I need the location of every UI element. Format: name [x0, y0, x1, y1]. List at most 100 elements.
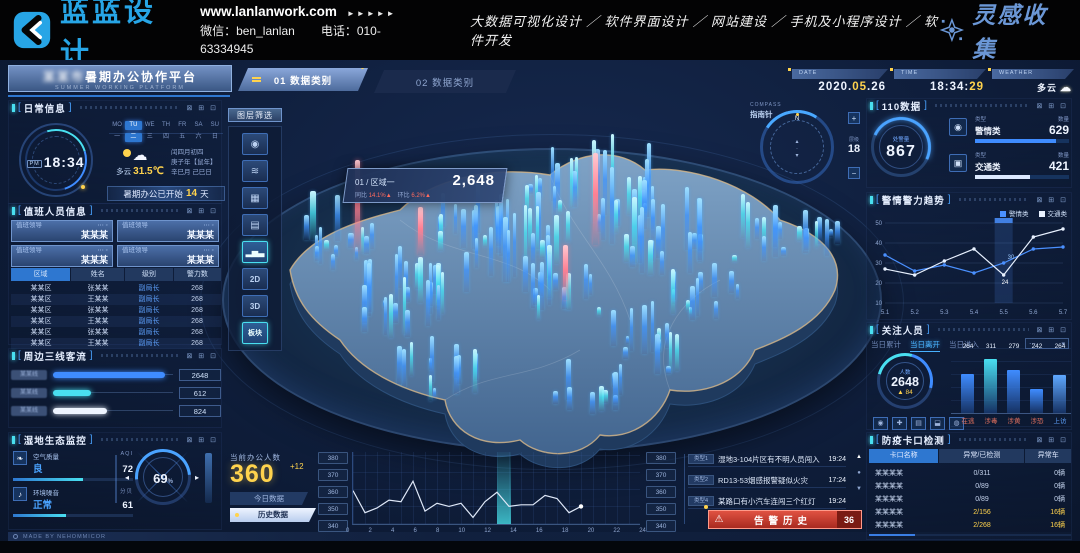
weekday-cell[interactable]: 二: [125, 133, 141, 142]
panel-controls[interactable]: ⊠ ⊞ ⊡: [1037, 102, 1069, 110]
lock-icon[interactable]: ⬓: [930, 417, 945, 430]
y-axis-tick-box: 380: [646, 452, 676, 464]
panel-controls[interactable]: ⊠ ⊞ ⊡: [1037, 326, 1069, 334]
duty-leader-card[interactable]: 值班领导⋯ ◦某某某: [117, 245, 219, 267]
panel-controls[interactable]: ⊠ ⊞ ⊡: [187, 352, 219, 360]
weekday-row-cn[interactable]: 一二三四五六日: [109, 133, 223, 145]
checkpoint-table-header[interactable]: 卡口名称异常/已检测异常车: [869, 449, 1071, 463]
card-menu-icon[interactable]: ⋯ ◦: [203, 247, 214, 255]
focus-bar[interactable]: [961, 374, 974, 413]
tab-data-category-1[interactable]: 01 数据类别: [238, 68, 368, 91]
scroll-up-icon[interactable]: ▲: [856, 454, 862, 460]
bar-chart-icon: ▂▅▃: [246, 248, 264, 257]
y-axis-tick-box: 370: [318, 469, 348, 481]
weekday-cell[interactable]: SU: [207, 121, 223, 130]
weekday-cell[interactable]: FR: [174, 121, 190, 130]
y-axis-tick-box: 350: [646, 503, 676, 515]
history-data-button[interactable]: 历史数据: [230, 508, 316, 522]
layer-grid-button[interactable]: ▦: [242, 187, 268, 209]
map-tooltip[interactable]: 01 / 区域一2,648 同比 14.1%▲环比 6.2%▲: [343, 168, 508, 203]
weekday-cell[interactable]: TU: [125, 121, 141, 130]
table-row[interactable]: 某某某某0/3110辆: [869, 467, 1071, 480]
flow-bar: [53, 390, 91, 396]
weekday-cell[interactable]: 日: [207, 133, 223, 142]
duty-leader-card[interactable]: 值班领导⋯ ◦某某某: [117, 220, 219, 242]
panel-controls[interactable]: ⊠ ⊞ ⊡: [187, 207, 219, 215]
weekday-cell[interactable]: MO: [109, 121, 125, 130]
compass-ring[interactable]: N ▴·▾: [760, 110, 834, 184]
layer-building-button[interactable]: ▤: [242, 214, 268, 236]
weekday-cell[interactable]: 六: [190, 133, 206, 142]
alert-row[interactable]: 类型2RD13-53烟感报警疑似火灾17:24: [688, 473, 846, 488]
table-row[interactable]: 某某区张某某副局长268: [11, 283, 221, 294]
weekday-cell[interactable]: 一: [109, 133, 125, 142]
weekday-cell[interactable]: WE: [142, 121, 158, 130]
weather-label: WEATHER: [992, 69, 1074, 79]
y-axis-tick-box: 370: [646, 469, 676, 481]
focus-tab[interactable]: 当日累计: [871, 339, 901, 352]
zoom-in-button[interactable]: +: [848, 112, 860, 124]
focus-bar-chart[interactable]: 264在逃311涉毒279涉黄242涉恐264上访: [951, 343, 1071, 427]
layer-barchart-button[interactable]: ▂▅▃: [242, 241, 268, 263]
today-data-button[interactable]: 今日数据: [230, 492, 308, 505]
table-row[interactable]: 某某区王某某副局长268: [11, 294, 221, 305]
weekday-cell[interactable]: TH: [158, 121, 174, 130]
table-row[interactable]: 某某某某2/26816辆: [869, 519, 1071, 532]
panel-controls[interactable]: ⊠ ⊞ ⊡: [1037, 196, 1069, 204]
table-row[interactable]: 某某某某0/890辆: [869, 480, 1071, 493]
weekday-cell[interactable]: 五: [174, 133, 190, 142]
layer-block-button[interactable]: 板块: [242, 322, 268, 344]
focus-bar[interactable]: [1007, 370, 1020, 413]
layer-signal-button[interactable]: ≋: [242, 160, 268, 182]
office-line-chart[interactable]: [352, 452, 640, 525]
panel-controls[interactable]: ⊠ ⊞ ⊡: [187, 436, 219, 444]
scroll-down-icon[interactable]: ▼: [856, 486, 862, 492]
alert-row[interactable]: 类型4某路口有小汽车连闯三个红灯19:24: [688, 494, 846, 509]
panel-tick: [12, 352, 15, 360]
panel-office-occupancy: 当前办公人数 360 +12 今日数据 历史数据 380370360350340…: [226, 446, 682, 538]
alert-row[interactable]: 类型1湿地3-104片区有不明人员闯入19:24: [688, 452, 846, 467]
card-menu-icon[interactable]: ⋯ ◦: [203, 222, 214, 230]
inspiration-collect[interactable]: 灵感收集: [940, 0, 1064, 64]
eco-slider-left[interactable]: [115, 455, 117, 503]
alert-text: 湿地3-104片区有不明人员闯入: [718, 454, 824, 465]
weekday-cell[interactable]: SA: [190, 121, 206, 130]
focus-bar[interactable]: [1053, 375, 1066, 413]
table-row[interactable]: 某某区张某某副局长268: [11, 327, 221, 338]
layer-2d-button[interactable]: 2D: [242, 268, 268, 290]
card-menu-icon[interactable]: ⋯ ◦: [97, 222, 108, 230]
alarm-type-row: ◉ 类型数量 警情类629: [949, 115, 1069, 143]
card-menu-icon[interactable]: ⋯ ◦: [97, 247, 108, 255]
layer-3d-button[interactable]: 3D: [242, 295, 268, 317]
duty-leader-card[interactable]: 值班领导⋯ ◦某某某: [11, 245, 113, 267]
focus-bar[interactable]: [984, 359, 997, 413]
table-row[interactable]: 某某区王某某副局长268: [11, 316, 221, 327]
brand-url[interactable]: www.lanlanwork.com: [200, 4, 337, 19]
svg-text:50: 50: [875, 221, 882, 227]
focus-bar[interactable]: [1030, 389, 1043, 413]
duty-leader-card[interactable]: 值班领导⋯ ◦某某某: [11, 220, 113, 242]
alarm-count: 629: [1049, 123, 1069, 137]
gauge-next-arrow[interactable]: ▸: [195, 473, 199, 482]
trend-line-chart[interactable]: 504030201030245.15.25.35.45.55.65.7: [869, 217, 1071, 317]
grid-icon: ▦: [250, 193, 259, 204]
panel-title: 关注人员: [882, 323, 924, 337]
plus-icon[interactable]: ✚: [892, 417, 907, 430]
weekday-cell[interactable]: 四: [158, 133, 174, 142]
duty-table-header[interactable]: 区域姓名级别警力数: [11, 268, 221, 281]
table-row[interactable]: 某某某某2/15616辆: [869, 506, 1071, 519]
list-icon[interactable]: ▤: [911, 417, 926, 430]
tab-data-category-2[interactable]: 02 数据类别: [374, 70, 516, 93]
table-row[interactable]: 某某某某0/890辆: [869, 493, 1071, 506]
eco-slider-right[interactable]: [205, 453, 212, 503]
focus-tab[interactable]: 当日离开: [910, 339, 940, 352]
table-row[interactable]: 某某区张某某副局长268: [11, 305, 221, 316]
layer-camera-button[interactable]: ◉: [242, 133, 268, 155]
zoom-out-button[interactable]: −: [848, 167, 860, 179]
gauge-prev-arrow[interactable]: ◂: [125, 473, 129, 482]
weekday-cell[interactable]: 三: [142, 133, 158, 142]
alert-history-button[interactable]: ⚠ 告警历史 36: [708, 510, 862, 529]
panel-controls[interactable]: ⊠ ⊞ ⊡: [187, 104, 219, 112]
panel-controls[interactable]: ⊠ ⊞ ⊡: [1037, 436, 1069, 444]
person-icon[interactable]: ◉: [873, 417, 888, 430]
